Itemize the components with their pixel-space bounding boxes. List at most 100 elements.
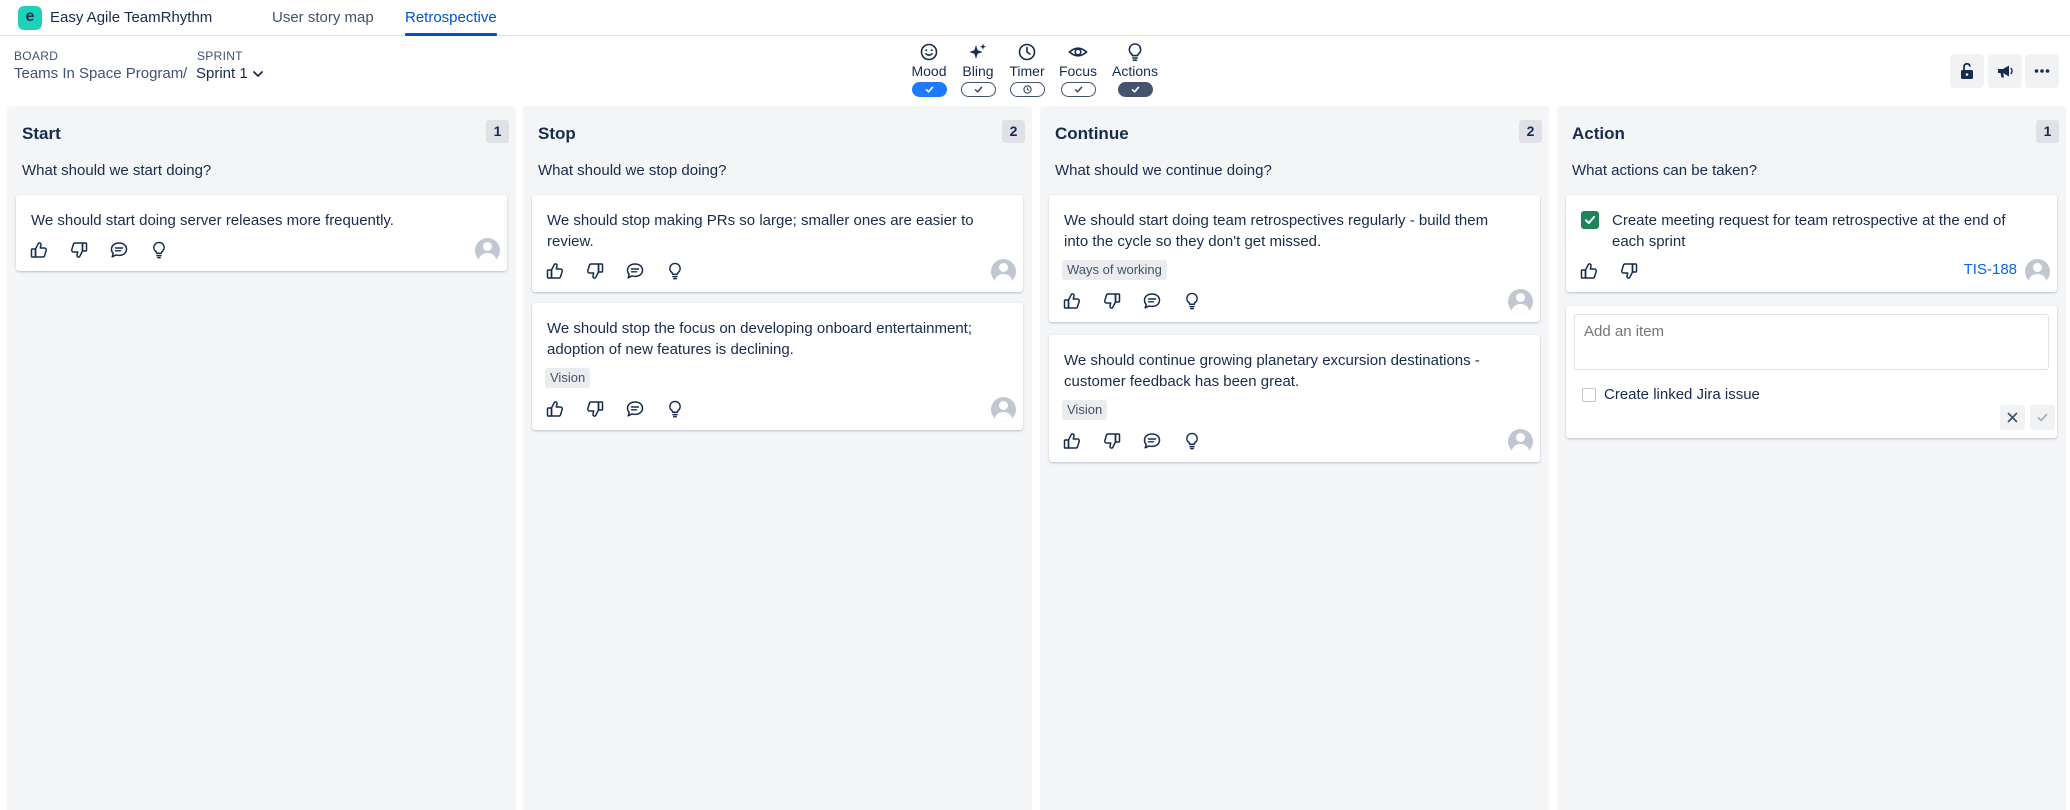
retro-card[interactable]: We should stop making PRs so large; smal… [532,195,1023,292]
check-icon [1585,216,1595,224]
tool-bling[interactable]: Bling [950,42,1006,100]
chevron-down-icon[interactable] [251,67,265,81]
thumbs-up-icon[interactable] [29,240,49,260]
thumbs-up-icon[interactable] [1579,261,1599,281]
thumbs-down-icon[interactable] [585,261,605,281]
cancel-button[interactable] [2000,405,2025,430]
focus-toggle[interactable] [1060,82,1096,97]
lightbulb-icon[interactable] [149,240,169,260]
column-question: What actions can be taken? [1572,162,1758,179]
card-text: We should start doing team retrospective… [1064,212,1489,250]
comment-icon[interactable] [625,261,645,281]
thumbs-down-icon[interactable] [585,399,605,419]
breadcrumb-separator: / [183,65,188,82]
avatar[interactable] [991,259,1016,284]
sprint-label: SPRINT [197,49,243,63]
card-text: We should stop making PRs so large; smal… [547,212,974,250]
thumbs-up-icon[interactable] [1062,431,1082,451]
column-question: What should we stop doing? [538,162,727,179]
card-text: We should start doing server releases mo… [31,212,394,229]
card-text: Create meeting request for team retrospe… [1612,212,2006,250]
add-item-form: Create linked Jira issue [1566,306,2057,438]
thumbs-down-icon[interactable] [1619,261,1639,281]
unlock-button[interactable] [1950,54,1984,88]
thumbs-up-icon[interactable] [1062,291,1082,311]
column-count: 1 [2036,120,2059,143]
action-done-checkbox[interactable] [1581,211,1599,229]
column-title: Stop [538,124,576,143]
tool-bling-label: Bling [962,63,994,79]
action-card[interactable]: Create meeting request for team retrospe… [1566,195,2057,292]
smile-icon [920,43,938,61]
lightbulb-icon[interactable] [665,399,685,419]
create-linked-issue-checkbox[interactable] [1582,388,1596,402]
lightbulb-icon[interactable] [665,261,685,281]
retro-card[interactable]: We should continue growing planetary exc… [1049,335,1540,462]
check-icon [2037,413,2048,422]
column-continue: Continue 2 What should we continue doing… [1040,106,1549,810]
tool-focus-label: Focus [1058,63,1098,79]
thumbs-up-icon[interactable] [545,399,565,419]
eye-icon [1068,47,1088,57]
tool-timer-label: Timer [1009,63,1045,79]
more-icon [2034,69,2050,73]
create-linked-issue-label: Create linked Jira issue [1604,386,1760,403]
thumbs-up-icon[interactable] [545,261,565,281]
tool-actions-label: Actions [1112,63,1158,79]
board-link[interactable]: Teams In Space Program [14,65,183,82]
check-icon [1074,86,1082,93]
jira-issue-link[interactable]: TIS-188 [1964,261,2017,278]
tool-timer[interactable]: Timer [999,42,1055,100]
check-icon [925,86,933,93]
app-logo: e [18,6,42,30]
column-question: What should we continue doing? [1055,162,1272,179]
clock-icon [1022,85,1032,94]
tab-retrospective[interactable]: Retrospective [405,9,497,26]
column-count: 1 [486,120,509,143]
more-options-button[interactable] [2025,54,2059,88]
comment-icon[interactable] [625,399,645,419]
card-text: We should continue growing planetary exc… [1064,352,1480,390]
lightbulb-icon[interactable] [1182,291,1202,311]
avatar[interactable] [1508,429,1533,454]
unlock-icon [1961,62,1973,79]
tool-focus[interactable]: Focus [1050,42,1106,100]
avatar[interactable] [1508,289,1533,314]
comment-icon[interactable] [1142,291,1162,311]
tab-user-story-map[interactable]: User story map [272,9,374,26]
column-title: Action [1572,124,1625,143]
confirm-button[interactable] [2030,405,2055,430]
retro-card[interactable]: We should start doing server releases mo… [16,195,507,271]
retro-card[interactable]: We should start doing team retrospective… [1049,195,1540,322]
top-navigation: e Easy Agile TeamRhythm User story map R… [0,0,2070,36]
bling-toggle[interactable] [960,82,996,97]
thumbs-down-icon[interactable] [1102,431,1122,451]
card-tag[interactable]: Ways of working [1062,260,1167,280]
tool-actions[interactable]: Actions [1107,42,1163,100]
megaphone-icon [1998,65,2013,78]
mood-toggle[interactable] [911,82,947,97]
thumbs-down-icon[interactable] [1102,291,1122,311]
active-tab-indicator [405,33,497,36]
column-question: What should we start doing? [22,162,212,179]
retro-card[interactable]: We should stop the focus on developing o… [532,303,1023,430]
avatar[interactable] [2025,259,2050,284]
actions-toggle[interactable] [1117,82,1153,97]
add-item-input[interactable] [1574,314,2049,370]
card-tag[interactable]: Vision [1062,400,1108,420]
announce-button[interactable] [1988,54,2022,88]
avatar[interactable] [991,397,1016,422]
thumbs-down-icon[interactable] [69,240,89,260]
comment-icon[interactable] [109,240,129,260]
tool-mood[interactable]: Mood [901,42,957,100]
lightbulb-icon[interactable] [1182,431,1202,451]
board-label: BOARD [14,49,59,63]
sprint-selector[interactable]: Sprint 1 [196,65,248,82]
avatar[interactable] [475,238,500,263]
comment-icon[interactable] [1142,431,1162,451]
column-count: 2 [1519,120,1542,143]
card-tag[interactable]: Vision [545,368,591,388]
clock-icon [1018,43,1036,61]
timer-toggle[interactable] [1009,82,1045,97]
column-title: Start [22,124,61,143]
